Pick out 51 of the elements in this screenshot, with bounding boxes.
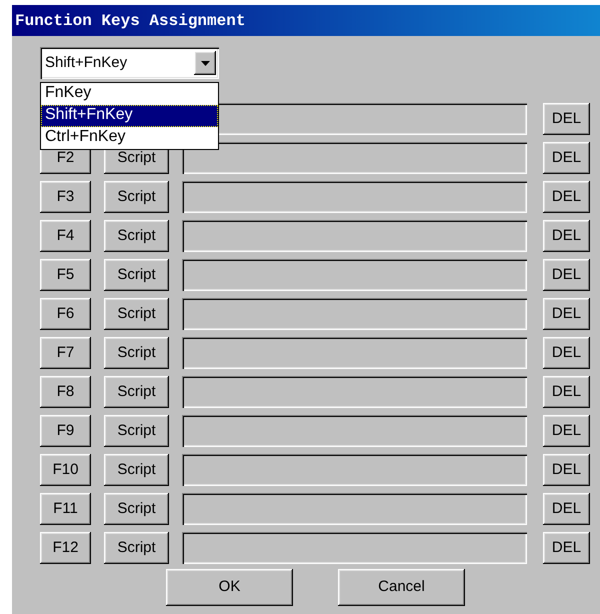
delete-button[interactable]: DEL (543, 298, 590, 330)
function-key-button[interactable]: F6 (40, 298, 91, 330)
script-field[interactable] (182, 532, 527, 564)
delete-button[interactable]: DEL (543, 415, 590, 447)
script-field[interactable] (182, 298, 527, 330)
delete-button[interactable]: DEL (543, 142, 590, 174)
dropdown-arrow-button[interactable] (194, 51, 216, 75)
dropdown-option[interactable]: Shift+FnKey (41, 105, 218, 127)
function-key-button[interactable]: F9 (40, 415, 91, 447)
delete-button[interactable]: DEL (543, 103, 590, 135)
function-key-button[interactable]: F8 (40, 376, 91, 408)
script-field[interactable] (182, 181, 527, 213)
function-key-button[interactable]: F3 (40, 181, 91, 213)
delete-button[interactable]: DEL (543, 220, 590, 252)
delete-button[interactable]: DEL (543, 376, 590, 408)
script-button[interactable]: Script (104, 454, 169, 486)
script-button[interactable]: Script (104, 493, 169, 525)
script-field[interactable] (182, 142, 527, 174)
function-key-button[interactable]: F7 (40, 337, 91, 369)
script-button[interactable]: Script (104, 415, 169, 447)
script-button[interactable]: Script (104, 298, 169, 330)
cancel-button[interactable]: Cancel (338, 569, 465, 606)
script-field[interactable] (182, 493, 527, 525)
script-field[interactable] (182, 220, 527, 252)
function-key-button[interactable]: F12 (40, 532, 91, 564)
script-button[interactable]: Script (104, 259, 169, 291)
script-field[interactable] (182, 454, 527, 486)
delete-button[interactable]: DEL (543, 181, 590, 213)
delete-button[interactable]: DEL (543, 337, 590, 369)
function-key-button[interactable]: F4 (40, 220, 91, 252)
script-field[interactable] (182, 259, 527, 291)
function-key-button[interactable]: F11 (40, 493, 91, 525)
delete-button[interactable]: DEL (543, 454, 590, 486)
script-button[interactable]: Script (104, 220, 169, 252)
modifier-dropdown[interactable]: Shift+FnKey (40, 47, 219, 79)
delete-button[interactable]: DEL (543, 259, 590, 291)
script-button[interactable]: Script (104, 181, 169, 213)
function-key-button[interactable]: F10 (40, 454, 91, 486)
script-field[interactable] (182, 376, 527, 408)
delete-button[interactable]: DEL (543, 493, 590, 525)
script-button[interactable]: Script (104, 376, 169, 408)
dropdown-option[interactable]: FnKey (41, 83, 218, 105)
script-button[interactable]: Script (104, 337, 169, 369)
window-title: Function Keys Assignment (12, 5, 600, 36)
ok-button[interactable]: OK (166, 569, 293, 606)
caret-icon (200, 60, 210, 66)
delete-button[interactable]: DEL (543, 532, 590, 564)
script-field[interactable] (182, 337, 527, 369)
script-field[interactable] (182, 415, 527, 447)
function-key-button[interactable]: F5 (40, 259, 91, 291)
script-button[interactable]: Script (104, 532, 169, 564)
